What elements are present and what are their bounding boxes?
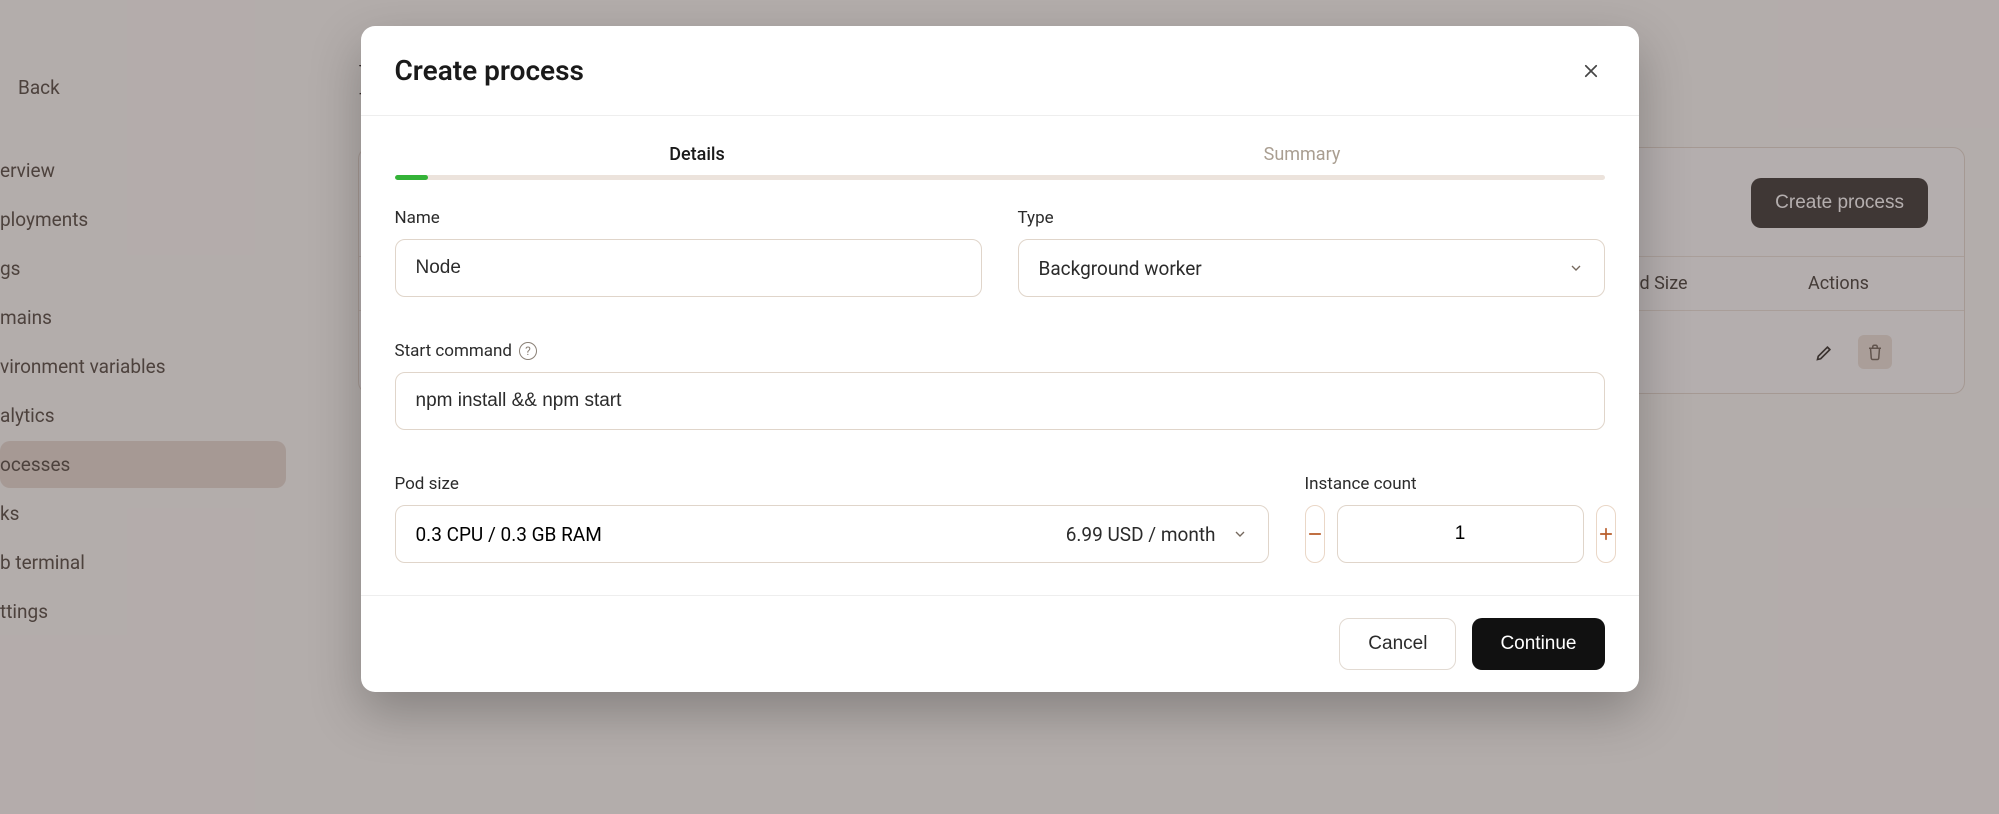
name-label: Name bbox=[395, 208, 440, 228]
create-process-modal: Create process Details Summary Name bbox=[361, 26, 1639, 692]
type-select-value: Background worker bbox=[1039, 257, 1202, 280]
chevron-down-icon bbox=[1232, 526, 1248, 542]
continue-button[interactable]: Continue bbox=[1472, 618, 1604, 670]
pod-size-select[interactable]: 0.3 CPU / 0.3 GB RAM 6.99 USD / month bbox=[395, 505, 1269, 563]
type-label: Type bbox=[1018, 208, 1054, 228]
instance-count-input[interactable] bbox=[1337, 505, 1584, 563]
start-command-label: Start command bbox=[395, 341, 513, 361]
instance-count-label: Instance count bbox=[1305, 474, 1417, 494]
start-command-input[interactable] bbox=[395, 372, 1605, 430]
chevron-down-icon bbox=[1568, 260, 1584, 276]
progress-fill bbox=[395, 175, 429, 180]
close-icon[interactable] bbox=[1577, 57, 1605, 85]
modal-title: Create process bbox=[395, 54, 584, 87]
increment-button[interactable] bbox=[1596, 505, 1616, 563]
progress-track bbox=[395, 175, 1605, 180]
pod-size-label: Pod size bbox=[395, 474, 459, 494]
pod-size-spec: 0.3 CPU / 0.3 GB RAM bbox=[416, 523, 602, 546]
type-select[interactable]: Background worker bbox=[1018, 239, 1605, 297]
tab-details[interactable]: Details bbox=[395, 134, 1000, 175]
name-input[interactable] bbox=[395, 239, 982, 297]
pod-size-price: 6.99 USD / month bbox=[1066, 523, 1216, 546]
decrement-button[interactable] bbox=[1305, 505, 1325, 563]
help-icon[interactable]: ? bbox=[519, 342, 537, 360]
modal-overlay[interactable]: Create process Details Summary Name bbox=[0, 0, 1999, 814]
tab-summary[interactable]: Summary bbox=[1000, 134, 1605, 175]
cancel-button[interactable]: Cancel bbox=[1339, 618, 1456, 670]
